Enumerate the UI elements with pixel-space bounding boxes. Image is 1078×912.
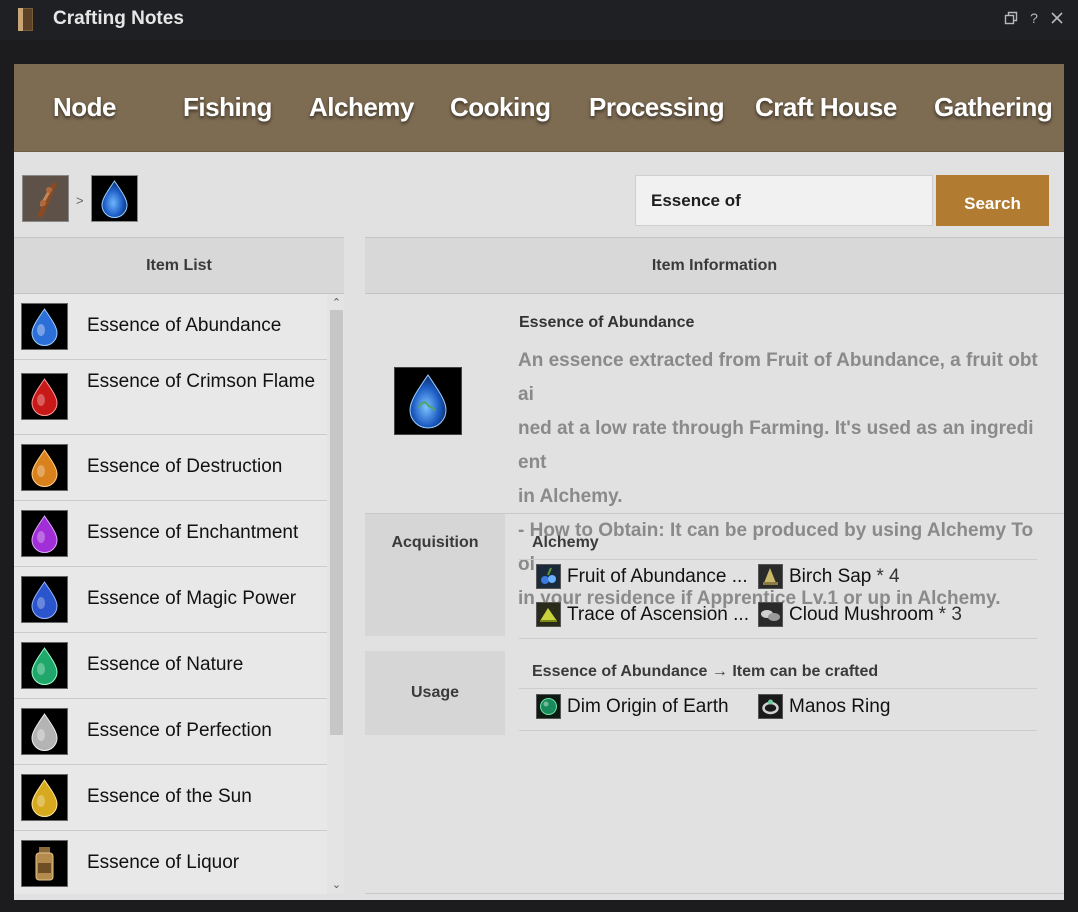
essence-abundance-icon [101, 180, 128, 218]
tab-cooking[interactable]: Cooking [450, 92, 551, 123]
essence-crimson-flame-icon [21, 373, 68, 420]
title-bar: Crafting Notes ? [0, 0, 1078, 40]
window-title: Crafting Notes [53, 8, 184, 29]
essence-abundance-icon [394, 367, 462, 435]
breadcrumb-tool-slot[interactable] [22, 175, 69, 222]
item-list-scroll-thumb[interactable] [330, 310, 343, 735]
divider [519, 688, 1037, 689]
list-item-label: Essence of Destruction [87, 456, 283, 477]
help-icon[interactable]: ? [1027, 9, 1041, 27]
description-line: in Alchemy. [518, 486, 623, 507]
tab-craft-house[interactable]: Craft House [755, 92, 897, 123]
usage-heading: Essence of Abundance → Item can be craft… [532, 663, 879, 680]
category-tab-bar: Node Fishing Alchemy Cooking Processing … [14, 64, 1064, 152]
ring-icon [758, 694, 783, 719]
item-list-header: Item List [14, 237, 344, 294]
book-icon [15, 7, 36, 32]
origin-orb-icon [536, 694, 561, 719]
tab-processing[interactable]: Processing [589, 92, 725, 123]
material-trace-of-ascension[interactable]: Trace of Ascension ... [536, 602, 754, 627]
material-birch-sap[interactable]: Birch Sap * 4 [758, 564, 900, 589]
tab-alchemy[interactable]: Alchemy [309, 92, 414, 123]
alchemy-tool-icon [23, 176, 68, 221]
description-line: ned at a low rate through Farming. It's … [518, 418, 1034, 473]
divider [365, 893, 1064, 894]
search-input[interactable] [635, 175, 933, 226]
essence-destruction-icon [21, 444, 68, 491]
list-item[interactable]: Essence of Perfection [14, 699, 327, 765]
list-item[interactable]: Essence of Abundance [14, 294, 327, 360]
list-item-label: Essence of Crimson Flame [87, 371, 316, 392]
material-fruit-of-abundance[interactable]: Fruit of Abundance ... [536, 564, 753, 589]
divider [519, 730, 1037, 731]
list-item[interactable]: Essence of Crimson Flame [14, 360, 327, 435]
product-dim-origin-of-earth[interactable]: Dim Origin of Earth [536, 694, 729, 719]
crafting-notes-panel: Node Fishing Alchemy Cooking Processing … [14, 64, 1064, 900]
scroll-up-icon[interactable]: ⌃ [330, 297, 343, 309]
essence-nature-icon [21, 642, 68, 689]
fruit-icon [536, 564, 561, 589]
list-item-label: Essence of Enchantment [87, 522, 299, 543]
tab-gathering[interactable]: Gathering [934, 92, 1053, 123]
breadcrumb-item-slot[interactable] [91, 175, 138, 222]
trace-icon [536, 602, 561, 627]
essence-enchantment-icon [21, 510, 68, 557]
list-item[interactable]: Essence of Nature [14, 633, 327, 699]
search-button[interactable]: Search [936, 175, 1049, 226]
list-item[interactable]: Essence of the Sun [14, 765, 327, 831]
acquisition-label: Acquisition [365, 514, 505, 636]
divider [519, 559, 1037, 560]
list-item[interactable]: Essence of Enchantment [14, 501, 327, 567]
usage-label: Usage [365, 651, 505, 735]
divider [519, 638, 1037, 639]
birch-sap-icon [758, 564, 783, 589]
tab-node[interactable]: Node [53, 92, 117, 123]
list-item-label: Essence of Liquor [87, 852, 240, 873]
description-line: An essence extracted from Fruit of Abund… [518, 350, 1038, 405]
list-item[interactable]: Essence of Liquor [14, 831, 327, 894]
material-cloud-mushroom[interactable]: Cloud Mushroom * 3 [758, 602, 962, 627]
list-item-label: Essence of Abundance [87, 315, 282, 336]
product-manos-ring[interactable]: Manos Ring [758, 694, 890, 719]
item-name: Essence of Abundance [519, 314, 695, 331]
mushroom-icon [758, 602, 783, 627]
list-item-label: Essence of Perfection [87, 720, 272, 741]
item-list: Essence of Abundance Essence of Crimson … [14, 294, 344, 894]
restore-icon[interactable] [1004, 9, 1018, 27]
list-item-label: Essence of Magic Power [87, 588, 297, 609]
essence-perfection-icon [21, 708, 68, 755]
breadcrumb-separator: > [76, 193, 84, 208]
list-item-label: Essence of the Sun [87, 786, 252, 807]
close-icon[interactable] [1050, 9, 1064, 27]
essence-sun-icon [21, 774, 68, 821]
tab-fishing[interactable]: Fishing [183, 92, 272, 123]
essence-liquor-icon [21, 840, 68, 887]
list-item[interactable]: Essence of Magic Power [14, 567, 327, 633]
scroll-down-icon[interactable]: ⌄ [330, 879, 343, 891]
essence-abundance-icon [21, 303, 68, 350]
list-item-label: Essence of Nature [87, 654, 244, 675]
item-information-header: Item Information [365, 237, 1064, 294]
acquisition-method: Alchemy [532, 534, 599, 551]
essence-magic-power-icon [21, 576, 68, 623]
list-item[interactable]: Essence of Destruction [14, 435, 327, 501]
